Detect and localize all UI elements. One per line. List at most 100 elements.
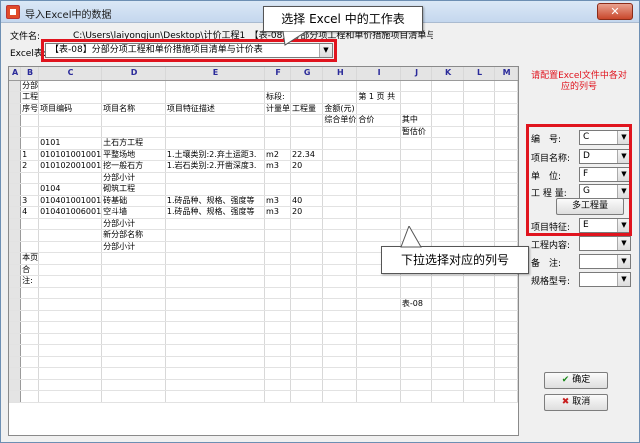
grid-cell[interactable] bbox=[38, 344, 103, 357]
grid-cell[interactable] bbox=[165, 137, 266, 150]
grid-cell[interactable] bbox=[101, 252, 166, 265]
grid-cell[interactable] bbox=[264, 344, 292, 357]
grid-cell[interactable] bbox=[101, 367, 166, 380]
grid-cell[interactable] bbox=[322, 298, 358, 311]
grid-cell[interactable] bbox=[264, 137, 292, 150]
grid-cell[interactable] bbox=[400, 137, 433, 150]
grid-cell[interactable] bbox=[463, 275, 496, 288]
grid-cell[interactable] bbox=[264, 183, 292, 196]
grid-cell[interactable] bbox=[322, 206, 358, 219]
grid-cell[interactable] bbox=[494, 344, 518, 357]
grid-cell[interactable] bbox=[400, 321, 433, 334]
grid-cell[interactable] bbox=[431, 183, 464, 196]
grid-cell[interactable] bbox=[431, 344, 464, 357]
grid-cell[interactable] bbox=[356, 160, 401, 173]
grid-cell[interactable] bbox=[463, 195, 496, 207]
grid-cell[interactable] bbox=[322, 264, 358, 276]
grid-cell[interactable] bbox=[101, 275, 166, 288]
grid-cell[interactable] bbox=[322, 172, 358, 184]
mapping-column-select[interactable]: ▼ bbox=[579, 272, 631, 287]
grid-cell[interactable] bbox=[322, 333, 358, 345]
grid-cell[interactable] bbox=[494, 172, 518, 184]
grid-cell[interactable] bbox=[165, 321, 266, 334]
grid-cell[interactable] bbox=[264, 275, 292, 288]
grid-cell[interactable] bbox=[264, 379, 292, 391]
grid-cell[interactable] bbox=[356, 310, 401, 322]
grid-cell[interactable] bbox=[322, 356, 358, 368]
grid-cell[interactable] bbox=[400, 367, 433, 380]
grid-cell[interactable] bbox=[494, 379, 518, 391]
grid-cell[interactable]: 项目名称 bbox=[101, 103, 166, 115]
grid-cell[interactable] bbox=[290, 172, 324, 184]
grid-cell[interactable]: 1.土壤类别:2.弃土运距3. bbox=[165, 149, 266, 161]
grid-cell[interactable] bbox=[165, 229, 266, 242]
grid-cell[interactable] bbox=[165, 183, 266, 196]
grid-cell[interactable] bbox=[400, 80, 433, 92]
grid-cell[interactable] bbox=[463, 379, 496, 391]
grid-cell[interactable] bbox=[290, 344, 324, 357]
grid-cell[interactable] bbox=[38, 241, 103, 253]
grid-cell[interactable] bbox=[356, 356, 401, 368]
grid-cell[interactable] bbox=[38, 379, 103, 391]
grid-cell[interactable] bbox=[290, 80, 324, 92]
grid-cell[interactable] bbox=[9, 172, 22, 184]
grid-cell[interactable] bbox=[9, 275, 22, 288]
grid-cell[interactable] bbox=[494, 287, 518, 299]
grid-cell[interactable] bbox=[356, 229, 401, 242]
grid-cell[interactable] bbox=[322, 229, 358, 242]
grid-cell[interactable] bbox=[494, 137, 518, 150]
column-header[interactable]: J bbox=[400, 67, 433, 81]
grid-cell[interactable] bbox=[463, 218, 496, 230]
grid-cell[interactable] bbox=[165, 310, 266, 322]
grid-cell[interactable] bbox=[494, 114, 518, 127]
grid-cell[interactable] bbox=[400, 103, 433, 115]
grid-cell[interactable] bbox=[494, 275, 518, 288]
column-header[interactable]: H bbox=[322, 67, 358, 81]
grid-cell[interactable] bbox=[290, 298, 324, 311]
grid-cell[interactable]: 表-08 bbox=[400, 298, 433, 311]
grid-cell[interactable]: 其中 bbox=[400, 114, 433, 127]
grid-cell[interactable]: 40 bbox=[290, 195, 324, 207]
grid-cell[interactable] bbox=[264, 356, 292, 368]
grid-cell[interactable] bbox=[356, 103, 401, 115]
grid-cell[interactable] bbox=[322, 321, 358, 334]
grid-cell[interactable] bbox=[9, 80, 22, 92]
grid-cell[interactable] bbox=[165, 126, 266, 138]
grid-cell[interactable] bbox=[494, 195, 518, 207]
grid-cell[interactable] bbox=[356, 172, 401, 184]
column-header[interactable]: B bbox=[20, 67, 40, 81]
grid-cell[interactable]: 暂估价 bbox=[400, 126, 433, 138]
grid-cell[interactable]: 合价 bbox=[356, 114, 401, 127]
grid-cell[interactable] bbox=[20, 137, 40, 150]
grid-cell[interactable] bbox=[20, 298, 40, 311]
grid-cell[interactable] bbox=[431, 126, 464, 138]
grid-cell[interactable] bbox=[463, 344, 496, 357]
grid-cell[interactable] bbox=[463, 310, 496, 322]
grid-cell[interactable] bbox=[290, 264, 324, 276]
grid-cell[interactable] bbox=[356, 333, 401, 345]
grid-cell[interactable] bbox=[290, 390, 324, 403]
grid-cell[interactable] bbox=[463, 287, 496, 299]
grid-cell[interactable] bbox=[400, 390, 433, 403]
mapping-column-select[interactable]: ▼ bbox=[579, 236, 631, 251]
grid-cell[interactable] bbox=[356, 298, 401, 311]
grid-cell[interactable] bbox=[494, 218, 518, 230]
grid-cell[interactable] bbox=[494, 310, 518, 322]
column-header[interactable]: G bbox=[290, 67, 324, 81]
grid-cell[interactable] bbox=[290, 252, 324, 265]
grid-cell[interactable] bbox=[165, 241, 266, 253]
grid-cell[interactable] bbox=[38, 114, 103, 127]
grid-cell[interactable] bbox=[400, 344, 433, 357]
grid-cell[interactable] bbox=[431, 80, 464, 92]
grid-cell[interactable] bbox=[20, 344, 40, 357]
grid-cell[interactable] bbox=[264, 298, 292, 311]
grid-cell[interactable]: 综合单价 bbox=[322, 114, 358, 127]
grid-cell[interactable]: m3 bbox=[264, 195, 292, 207]
grid-cell[interactable] bbox=[165, 172, 266, 184]
grid-cell[interactable]: 010401006001 bbox=[38, 206, 103, 219]
grid-cell[interactable] bbox=[463, 160, 496, 173]
grid-cell[interactable] bbox=[20, 310, 40, 322]
grid-cell[interactable] bbox=[431, 310, 464, 322]
grid-cell[interactable]: 砖基础 bbox=[101, 195, 166, 207]
grid-cell[interactable] bbox=[322, 252, 358, 265]
